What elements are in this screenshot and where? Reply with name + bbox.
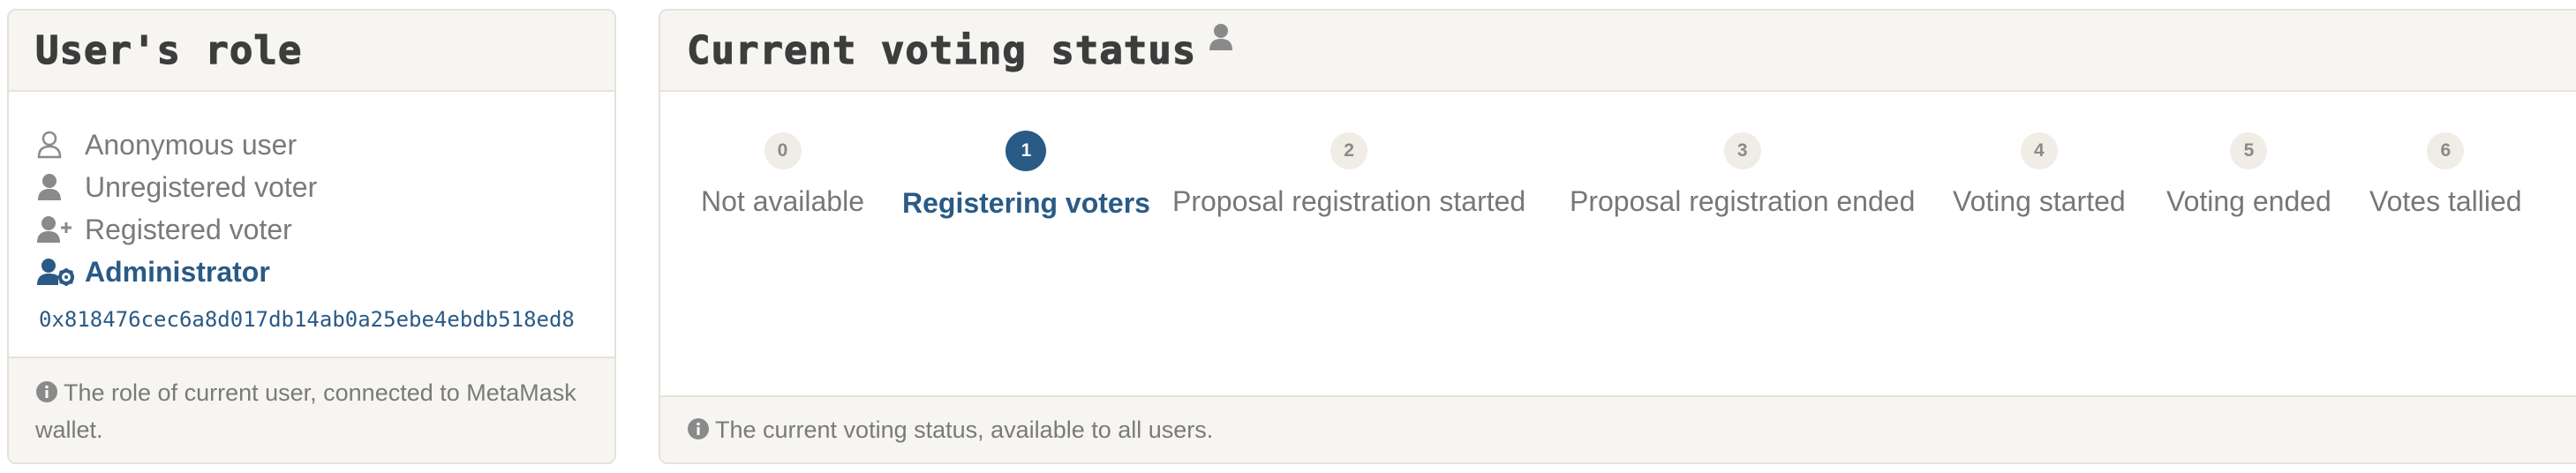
user-outline-icon xyxy=(37,130,74,160)
step-label: Votes tallied xyxy=(2369,185,2522,217)
step-label: Proposal registration started xyxy=(1172,185,1526,217)
voting-status-footer-text: The current voting status, available to … xyxy=(715,417,1214,443)
role-list: Anonymous user Unregistered voter Regist… xyxy=(37,124,317,293)
status-step-6: 6 Votes tallied xyxy=(2369,132,2522,218)
info-icon xyxy=(687,414,710,439)
step-number: 3 xyxy=(1723,132,1761,169)
step-number: 5 xyxy=(2230,132,2268,169)
status-step-4: 4 Voting started xyxy=(1953,132,2126,218)
user-gear-icon xyxy=(37,257,74,287)
status-step-0: 0 Not available xyxy=(701,132,864,218)
role-anonymous-user: Anonymous user xyxy=(37,124,317,166)
user-role-title: User's role xyxy=(34,27,303,73)
user-role-footer-text: The role of current user, connected to M… xyxy=(35,379,576,443)
role-registered-voter: Registered voter xyxy=(37,208,317,251)
status-step-5: 5 Voting ended xyxy=(2166,132,2331,218)
role-label: Unregistered voter xyxy=(85,170,318,203)
step-number: 1 xyxy=(1006,131,1047,171)
step-number: 6 xyxy=(2427,132,2465,169)
step-label: Proposal registration ended xyxy=(1570,185,1916,217)
voting-status-title: Current voting status xyxy=(686,27,1197,73)
role-label: Anonymous user xyxy=(85,128,298,161)
user-role-header: User's role xyxy=(9,11,614,92)
status-step-2: 2 Proposal registration started xyxy=(1172,132,1525,218)
user-role-footer: The role of current user, connected to M… xyxy=(9,357,614,462)
step-label: Not available xyxy=(701,185,864,217)
wallet-address: 0x818476cec6a8d017db14ab0a25ebe4ebdb518e… xyxy=(39,307,575,332)
voting-status-footer: The current voting status, available to … xyxy=(660,395,2576,462)
step-label: Voting ended xyxy=(2166,185,2331,217)
role-label: Registered voter xyxy=(85,213,292,245)
user-icon xyxy=(1209,23,1235,53)
voting-status-card: Current voting status 0 Not available 1 … xyxy=(659,9,2576,464)
status-step-3: 3 Proposal registration ended xyxy=(1570,132,1915,218)
step-number: 2 xyxy=(1330,132,1368,169)
info-icon xyxy=(35,377,58,402)
user-icon xyxy=(37,172,74,202)
step-number: 4 xyxy=(2020,132,2058,169)
user-plus-icon xyxy=(37,214,74,244)
role-administrator: Administrator xyxy=(37,251,317,293)
user-role-card: User's role Anonymous user Unregistered … xyxy=(7,9,616,464)
status-step-1: 1 Registering voters xyxy=(902,131,1150,220)
step-label: Voting started xyxy=(1953,185,2126,217)
step-label: Registering voters xyxy=(902,187,1150,219)
voting-status-header: Current voting status xyxy=(660,11,2576,92)
step-number: 0 xyxy=(764,132,802,169)
role-unregistered-voter: Unregistered voter xyxy=(37,166,317,208)
role-label: Administrator xyxy=(85,255,270,288)
